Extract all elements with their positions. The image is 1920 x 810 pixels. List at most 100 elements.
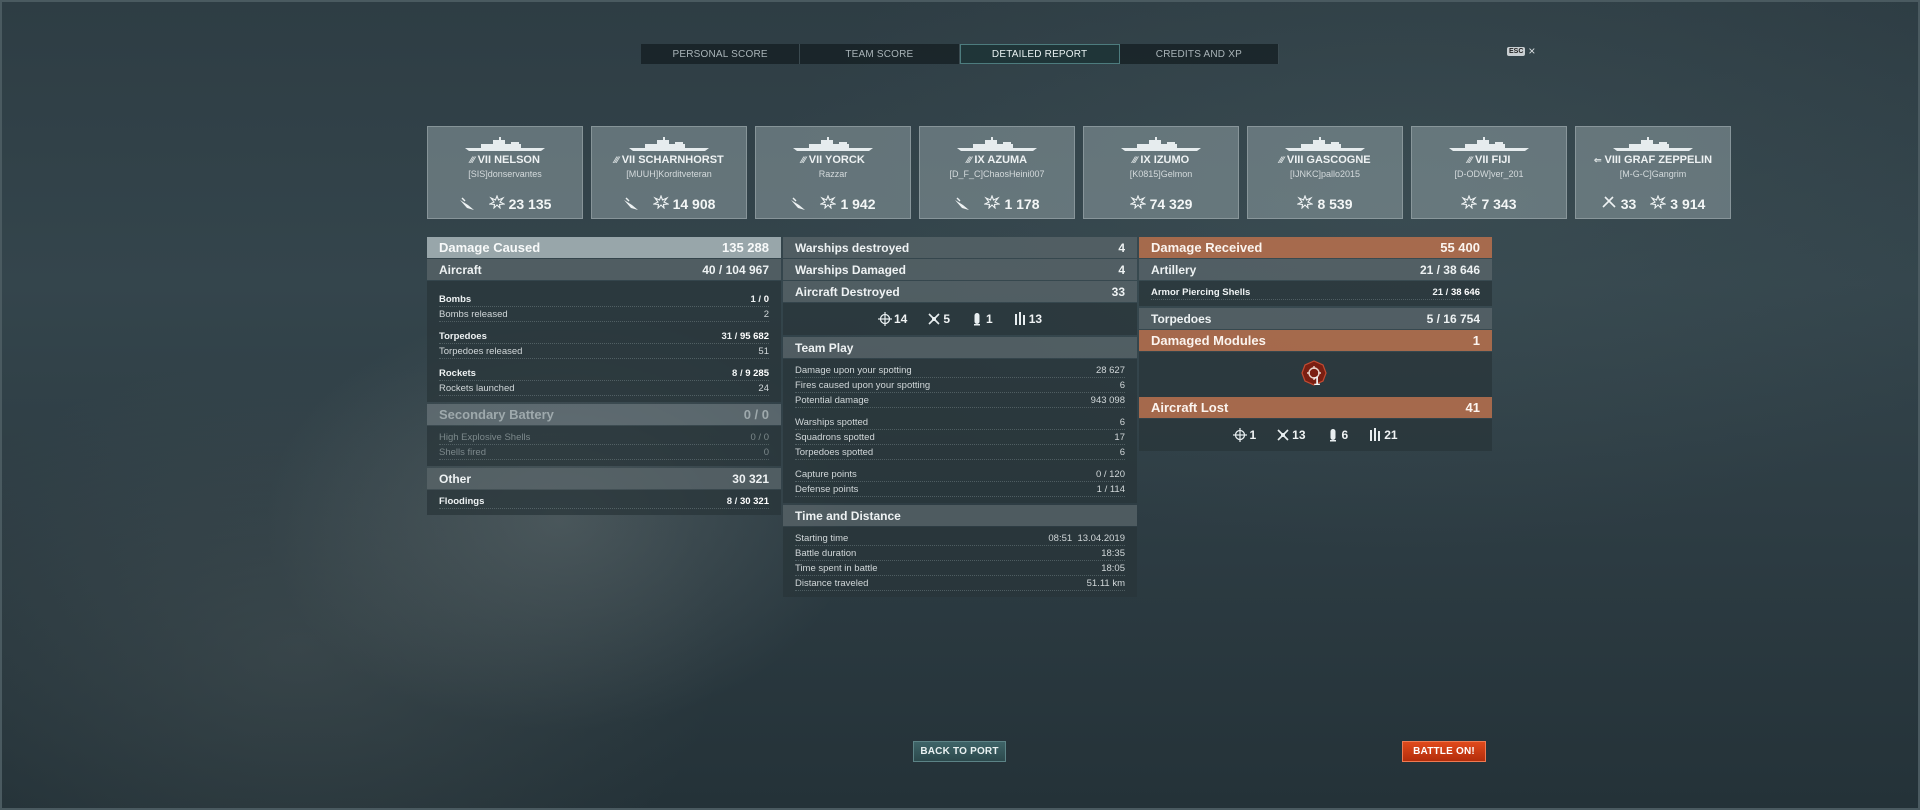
defense-points-row: Defense points 1 / 114 (795, 482, 1125, 497)
distance-row: Distance traveled 51.11 km (795, 576, 1125, 591)
damage-received-panel: Damage Received 55 400 Artillery 21 / 38 6… (1139, 237, 1492, 451)
ship-stats: 14 908 (592, 195, 746, 212)
rockets-launched-row: Rockets launched 24 (439, 381, 769, 396)
artillery-details: Armor Piercing Shells 21 / 38 646 (1139, 281, 1492, 306)
aircraft-damage-icon (623, 197, 639, 211)
rocket-icon (1014, 312, 1025, 325)
ship-class-icon: ⁄⁄⁄ (1132, 155, 1138, 165)
bombs-released-row: Bombs released 2 (439, 307, 769, 322)
ship-name: ⁄⁄⁄ VIII GASCOGNE (1279, 154, 1371, 166)
damage-burst-icon (984, 195, 1001, 212)
ship-card[interactable]: ⇐ VIII GRAF ZEPPELIN [M-G-C]Gangrim 33 3 914 (1575, 126, 1731, 219)
combat-panel: Warships destroyed 4 Warships Damaged 4 Ai… (783, 237, 1137, 597)
ship-card[interactable]: ⁄⁄⁄ VII SCHARNHORST [MUUH]Korditveteran 14 … (591, 126, 747, 219)
close-button[interactable]: ESC × (1507, 44, 1536, 58)
damage-burst-icon (1650, 195, 1667, 212)
team-play-details: Damage upon your spotting 28 627 Fires ca… (783, 359, 1137, 503)
time-distance-header: Time and Distance (783, 505, 1137, 526)
ship-card[interactable]: ⁄⁄⁄ VII FIJI [D-ODW]ver_201 7 343 (1411, 126, 1567, 219)
ship-card[interactable]: ⁄⁄⁄ VII NELSON [SIS]donservantes 23 135 (427, 126, 583, 219)
damage-caused-value: 135 288 (722, 240, 769, 255)
bombs-row: Bombs 1 / 0 (439, 292, 769, 307)
ship-damage-stat: 3 914 (1650, 195, 1705, 212)
ship-name: ⁄⁄⁄ IX IZUMO (1132, 154, 1190, 166)
capture-points-row: Capture points 0 / 120 (795, 467, 1125, 482)
ship-stats: 1 178 (920, 195, 1074, 212)
close-icon: × (1528, 44, 1536, 58)
aircraft-damage-icon (790, 197, 806, 211)
floodings-row: Floodings 8 / 30 321 (439, 494, 769, 509)
ship-class-icon: ⇐ (1593, 155, 1602, 165)
aircraft-destroyed-icons: 14 5 1 13 (783, 303, 1137, 335)
ship-player-name: [MUUH]Korditveteran (626, 169, 712, 179)
ship-card[interactable]: ⁄⁄⁄ VIII GASCOGNE [IJNKC]pallo2015 8 539 (1247, 126, 1403, 219)
aircraft-label: Aircraft (439, 262, 482, 277)
ship-player-name: [IJNKC]pallo2015 (1289, 169, 1361, 179)
damage-burst-icon (820, 195, 837, 212)
ship-stats: 33 3 914 (1576, 195, 1730, 212)
ship-player-name: [SIS]donservantes (468, 169, 542, 179)
plane-icon-stat: 5 (927, 312, 950, 326)
aircraft-shotdown-icon (1601, 195, 1617, 212)
ship-class-icon: ⁄⁄⁄ (801, 155, 806, 165)
tab-personal-score[interactable]: PERSONAL SCORE (641, 44, 801, 64)
lost-plane-stat: 13 (1276, 428, 1306, 442)
tab-credits-xp[interactable]: CREDITS AND XP (1120, 44, 1279, 64)
report-tabs: PERSONAL SCORE TEAM SCORE DETAILED REPOR… (641, 44, 1279, 64)
ship-damage-stat: 14 908 (652, 195, 715, 212)
bomb-icon (974, 313, 980, 326)
ship-class-icon: ⁄⁄⁄ (1467, 155, 1473, 165)
lost-fighter-stat: 1 (1233, 428, 1256, 442)
aircraft-header: Aircraft 40 / 104 967 (427, 259, 781, 280)
tab-team-score[interactable]: TEAM SCORE (800, 44, 960, 64)
aircraft-details: Bombs 1 / 0 Bombs released 2 Torpedoes 31 /… (427, 281, 781, 402)
ship-card[interactable]: ⁄⁄⁄ IX IZUMO [K0815]Gelmon 74 329 (1083, 126, 1239, 219)
tab-detailed-report[interactable]: DETAILED REPORT (959, 44, 1120, 64)
damaged-modules-icons: 1 (1139, 352, 1492, 397)
torpedoes-spotted-row: Torpedoes spotted 6 (795, 445, 1125, 460)
ship-card[interactable]: ⁄⁄⁄ VII YORCK Razzar 1 942 (755, 126, 911, 219)
module-stat: 1 (1296, 358, 1336, 392)
ship-name: ⁄⁄⁄ VII NELSON (470, 154, 540, 166)
planes-shot-stat: 33 (1601, 195, 1636, 212)
ship-name: ⁄⁄⁄ IX AZUMA (966, 154, 1028, 166)
he-shells-row: High Explosive Shells 0 / 0 (439, 430, 769, 445)
warships-damaged-header: Warships Damaged 4 (783, 259, 1137, 280)
spotting-fires-row: Fires caused upon your spotting 6 (795, 378, 1125, 393)
ship-player-name: [D_F_C]ChaosHeini007 (949, 169, 1045, 179)
ship-damage-stat: 74 329 (1129, 195, 1192, 212)
other-header: Other 30 321 (427, 468, 781, 489)
battle-duration-row: Battle duration 18:35 (795, 546, 1125, 561)
ship-player-name: [D-ODW]ver_201 (1454, 169, 1524, 179)
warships-destroyed-header: Warships destroyed 4 (783, 237, 1137, 258)
ship-name: ⁄⁄⁄ VII YORCK (801, 154, 865, 166)
fighter-icon-stat: 14 (877, 312, 907, 326)
aircraft-lost-icons: 1 13 6 21 (1139, 419, 1492, 451)
ship-card[interactable]: ⁄⁄⁄ IX AZUMA [D_F_C]ChaosHeini007 1 178 (919, 126, 1075, 219)
time-spent-row: Time spent in battle 18:05 (795, 561, 1125, 576)
ap-shells-row: Armor Piercing Shells 21 / 38 646 (1151, 285, 1480, 300)
ship-player-name: [K0815]Gelmon (1129, 169, 1193, 179)
plane-icon (928, 313, 940, 325)
ship-stats: 1 942 (756, 195, 910, 212)
damage-caused-panel: Damage Caused 135 288 Aircraft 40 / 104 … (427, 237, 781, 515)
ship-stats: 74 329 (1084, 195, 1238, 212)
rocket-icon-stat: 13 (1013, 312, 1042, 326)
ship-stats: 7 343 (1412, 195, 1566, 212)
shells-fired-row: Shells fired 0 (439, 445, 769, 460)
battle-on-button[interactable]: BATTLE ON! (1402, 741, 1486, 762)
ship-damage-stat: 1 942 (820, 195, 876, 212)
ship-name: ⇐ VIII GRAF ZEPPELIN (1593, 154, 1713, 166)
aircraft-lost-header: Aircraft Lost 41 (1139, 397, 1492, 418)
starting-time-row: Starting time 08:51 13.04.2019 (795, 531, 1125, 546)
rocket-icon (1370, 428, 1381, 441)
other-details: Floodings 8 / 30 321 (427, 490, 781, 515)
plane-icon (1277, 429, 1289, 441)
lost-rocket-stat: 21 (1368, 428, 1398, 442)
damage-burst-icon (1461, 195, 1478, 212)
rockets-row: Rockets 8 / 9 285 (439, 366, 769, 381)
ship-player-name: [M-G-C]Gangrim (1619, 169, 1687, 179)
back-to-port-button[interactable]: BACK TO PORT (913, 741, 1006, 762)
esc-key-icon: ESC (1507, 46, 1526, 56)
torpedoes-released-row: Torpedoes released 51 (439, 344, 769, 359)
